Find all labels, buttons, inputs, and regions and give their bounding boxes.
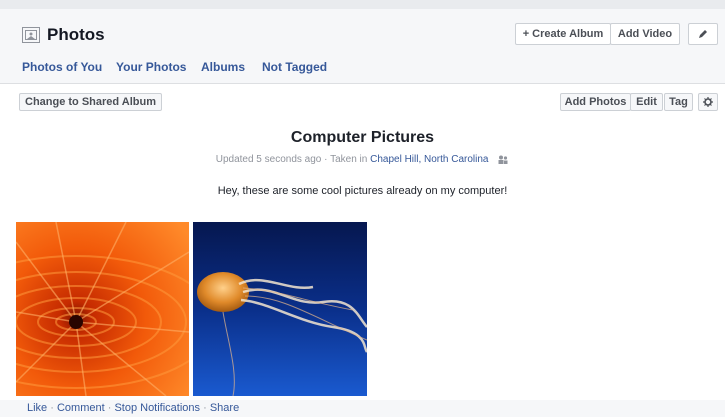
photos-icon [22, 27, 40, 43]
photos-header: Photos + Create Album Add Video Photos o… [0, 9, 725, 84]
tag-button[interactable]: Tag [664, 93, 693, 111]
tab-albums[interactable]: Albums [201, 60, 245, 74]
footer-dot-3: · [200, 402, 210, 414]
top-band [0, 0, 725, 9]
jellyfish-image [193, 222, 367, 396]
like-link[interactable]: Like [27, 402, 47, 414]
album-description: Hey, these are some cool pictures alread… [217, 185, 508, 197]
edit-button[interactable]: Edit [630, 93, 663, 111]
updated-text: Updated 5 seconds ago [215, 154, 322, 165]
album-title: Computer Pictures [290, 129, 435, 146]
create-album-button[interactable]: + Create Album [515, 23, 611, 45]
flower-image [16, 222, 189, 396]
meta-separator: · [321, 154, 331, 165]
tab-not-tagged[interactable]: Not Tagged [262, 60, 327, 74]
footer-dot-2: · [104, 402, 115, 414]
page-title: Photos [47, 25, 105, 44]
add-video-button[interactable]: Add Video [610, 23, 680, 45]
location-link[interactable]: Chapel Hill, North Carolina [370, 154, 488, 165]
album-meta: Updated 5 seconds ago · Taken in Chapel … [0, 154, 725, 165]
pencil-icon [699, 30, 707, 38]
add-photos-button[interactable]: Add Photos [560, 93, 631, 111]
tab-photos-of-you[interactable]: Photos of You [22, 60, 102, 74]
comment-link[interactable]: Comment [57, 402, 105, 414]
photo-thumbnail-flower[interactable] [16, 222, 189, 396]
album-footer: Like · Comment · Stop Notifications · Sh… [0, 400, 725, 417]
change-to-shared-album-button[interactable]: Change to Shared Album [19, 93, 162, 111]
photo-thumbnail-jellyfish[interactable] [193, 222, 367, 396]
tab-your-photos[interactable]: Your Photos [116, 60, 186, 74]
gear-icon [703, 97, 713, 107]
taken-in-text: Taken in [330, 154, 368, 165]
photos-page: Photos + Create Album Add Video Photos o… [0, 0, 725, 417]
settings-button[interactable] [698, 93, 718, 111]
share-link[interactable]: Share [210, 402, 239, 414]
stop-notifications-link[interactable]: Stop Notifications [114, 402, 200, 414]
audience-icon[interactable] [497, 155, 509, 164]
footer-dot-1: · [47, 402, 57, 414]
edit-pencil-button[interactable] [688, 23, 718, 45]
